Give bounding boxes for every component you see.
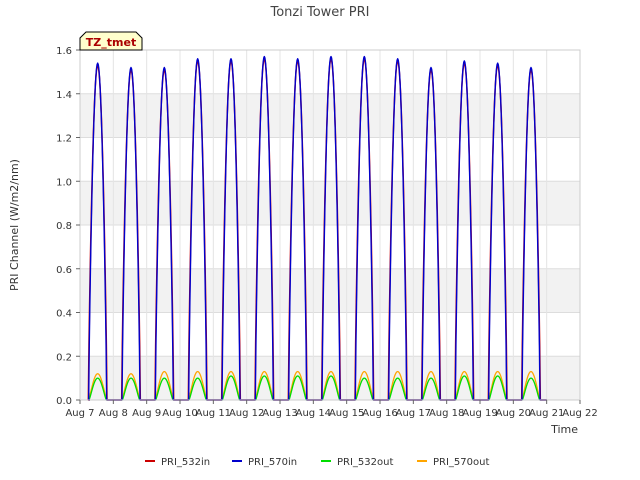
y-axis-ticks: 0.0 0.2 0.4 0.6 0.8 1.0 1.2 1.4 1.6: [56, 46, 80, 407]
x-tick-label: Aug 11: [196, 408, 231, 419]
annotation-box: TZ_tmet: [79, 31, 143, 51]
y-tick-label: 1.2: [56, 134, 72, 145]
y-tick-label: 0.8: [56, 221, 72, 232]
chart-title: Tonzi Tower PRI: [270, 5, 370, 20]
legend-entry: PRI_532out: [321, 457, 393, 468]
x-axis-ticks: Aug 7 Aug 8 Aug 9 Aug 10Aug 11Aug 12Aug 13A…: [65, 400, 598, 419]
legend-label: PRI_532out: [337, 457, 393, 468]
x-tick-label: Aug 17: [396, 408, 431, 419]
x-tick-label: Aug 12: [229, 408, 264, 419]
x-tick-label: Aug 15: [329, 408, 364, 419]
x-tick-label: Aug 8: [99, 408, 128, 419]
background-band: [80, 181, 580, 225]
legend-entry: PRI_570out: [417, 457, 489, 468]
chart: Aug 7 Aug 8 Aug 9 Aug 10Aug 11Aug 12Aug 13A…: [8, 5, 598, 468]
x-tick-label: Aug 7: [65, 408, 94, 419]
legend-entry: PRI_532in: [145, 457, 210, 468]
x-tick-label: Aug 22: [562, 408, 597, 419]
legend: PRI_532in PRI_570in PRI_532out PRI_570out: [145, 457, 489, 468]
y-tick-label: 1.4: [56, 90, 72, 101]
background-band: [80, 93, 580, 138]
x-tick-label: Aug 16: [362, 408, 397, 419]
legend-entry: PRI_570in: [232, 457, 297, 468]
legend-label: PRI_532in: [161, 457, 210, 468]
y-tick-label: 0.0: [56, 396, 72, 407]
y-tick-label: 0.4: [56, 309, 72, 320]
annotation-label: TZ_tmet: [86, 36, 136, 49]
x-tick-label: Aug 18: [429, 408, 464, 419]
x-tick-label: Aug 21: [529, 408, 564, 419]
y-tick-label: 0.2: [56, 352, 72, 363]
legend-label: PRI_570in: [248, 457, 297, 468]
background-band: [80, 137, 580, 182]
legend-label: PRI_570out: [433, 457, 489, 468]
x-axis-label: Time: [550, 423, 578, 436]
x-tick-label: Aug 20: [496, 408, 531, 419]
x-tick-label: Aug 13: [262, 408, 297, 419]
x-tick-label: Aug 9: [132, 408, 161, 419]
background-band: [80, 50, 580, 94]
x-tick-label: Aug 19: [462, 408, 497, 419]
y-tick-label: 0.6: [56, 265, 72, 276]
y-axis-label: PRI Channel (W/m2/nm): [8, 159, 21, 291]
x-tick-label: Aug 10: [162, 408, 197, 419]
x-tick-label: Aug 14: [296, 408, 331, 419]
y-tick-label: 1.0: [56, 177, 72, 188]
y-tick-label: 1.6: [56, 46, 72, 57]
